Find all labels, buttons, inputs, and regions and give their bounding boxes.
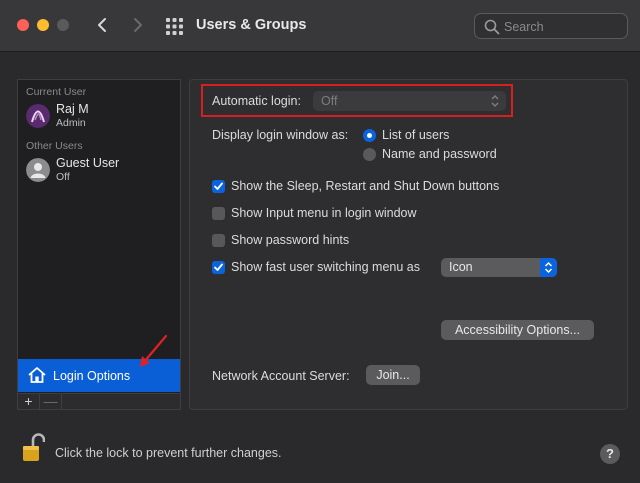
display-login-label: Display login window as: — [212, 128, 349, 142]
automatic-login-label: Automatic login: — [212, 94, 301, 108]
checkbox-fast-user-switching[interactable] — [212, 261, 225, 274]
user-row-guest[interactable]: Guest User Off — [24, 156, 174, 184]
guest-avatar — [26, 158, 50, 182]
radio-name-and-password[interactable] — [363, 148, 376, 161]
radio-list-of-users[interactable] — [363, 129, 376, 142]
unlocked-padlock-icon — [23, 433, 46, 461]
forward-button[interactable] — [126, 14, 148, 36]
current-user-section-label: Current User — [26, 86, 87, 98]
login-options-label: Login Options — [53, 369, 131, 383]
user-role: Off — [56, 171, 70, 183]
automatic-login-popup[interactable]: Off — [313, 91, 506, 111]
avatar-icon — [26, 104, 50, 128]
join-button[interactable]: Join... — [366, 365, 420, 385]
chevron-left-icon — [98, 18, 106, 32]
checkbox-password-hints-label: Show password hints — [231, 233, 350, 247]
help-button[interactable]: ? — [600, 444, 620, 464]
checkbox-input-menu-label: Show Input menu in login window — [231, 206, 417, 220]
title-bar: Users & Groups Search — [0, 0, 640, 52]
zoom-window-button[interactable] — [57, 19, 69, 31]
chevron-right-icon — [134, 18, 142, 32]
accessibility-options-button[interactable]: Accessibility Options... — [441, 320, 594, 340]
search-placeholder: Search — [504, 20, 544, 34]
user-avatar — [26, 104, 50, 128]
checkbox-fast-user-switching-label: Show fast user switching menu as — [231, 260, 420, 274]
user-role: Admin — [56, 117, 86, 129]
checkmark-icon — [214, 263, 223, 271]
window-title: Users & Groups — [196, 17, 307, 33]
chevron-updown-icon — [491, 94, 499, 108]
fast-switch-style-value: Icon — [449, 260, 473, 274]
show-all-grid-button[interactable] — [166, 18, 183, 35]
back-button[interactable] — [92, 14, 114, 36]
checkbox-sleep-restart-shutdown-label: Show the Sleep, Restart and Shut Down bu… — [231, 179, 500, 193]
chevron-updown-icon — [544, 261, 553, 274]
radio-list-of-users-label: List of users — [382, 128, 450, 142]
user-name: Guest User — [56, 156, 120, 170]
minimize-window-button[interactable] — [37, 19, 49, 31]
add-user-button[interactable]: + — [18, 394, 40, 410]
checkbox-sleep-restart-shutdown[interactable] — [212, 180, 225, 193]
checkmark-icon — [214, 182, 223, 190]
lock-status-text: Click the lock to prevent further change… — [55, 446, 282, 460]
annotation-arrow-icon — [140, 334, 168, 367]
remove-user-button[interactable]: — — [40, 394, 62, 410]
checkbox-password-hints[interactable] — [212, 234, 225, 247]
lock-button[interactable] — [21, 433, 46, 466]
person-icon — [26, 158, 50, 182]
automatic-login-value: Off — [321, 94, 338, 108]
grid-icon — [166, 18, 183, 35]
popup-stepper — [540, 258, 557, 277]
fast-switch-style-popup[interactable]: Icon — [441, 258, 557, 277]
close-window-button[interactable] — [17, 19, 29, 31]
checkbox-input-menu[interactable] — [212, 207, 225, 220]
house-icon — [28, 367, 46, 383]
search-icon — [484, 19, 500, 35]
radio-name-and-password-label: Name and password — [382, 147, 497, 161]
other-users-section-label: Other Users — [26, 140, 83, 152]
user-row-raj-m[interactable]: Raj M Admin — [24, 102, 174, 130]
search-field[interactable]: Search — [474, 13, 628, 39]
sidebar-toolbar: + — — [18, 393, 180, 410]
user-name: Raj M — [56, 102, 89, 116]
network-account-server-label: Network Account Server: — [212, 369, 350, 383]
